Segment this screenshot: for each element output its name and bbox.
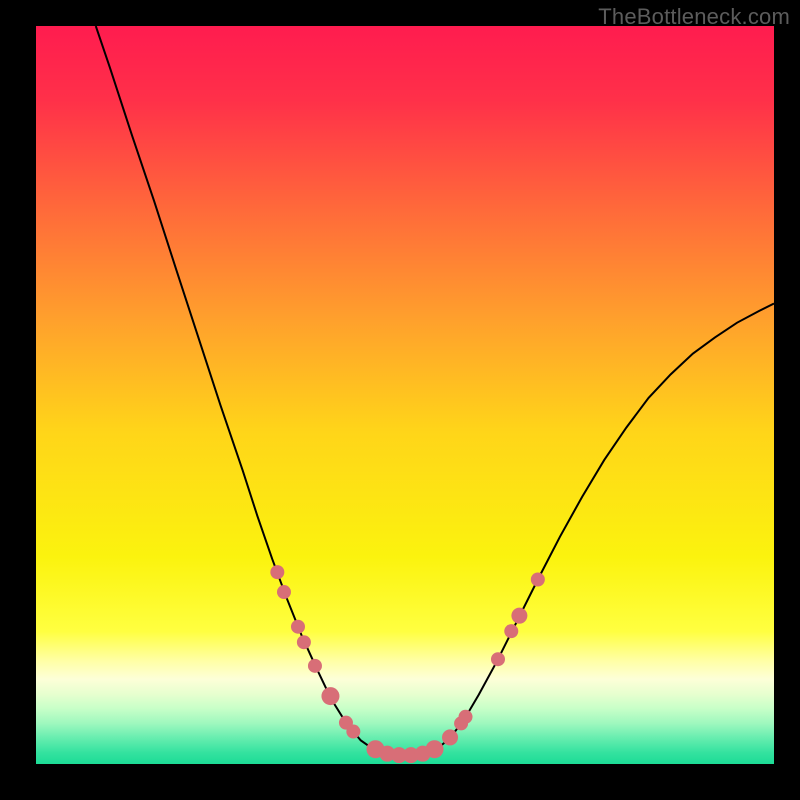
data-point: [277, 585, 291, 599]
data-points: [270, 565, 545, 763]
data-point: [442, 729, 458, 745]
chart-frame: TheBottleneck.com: [0, 0, 800, 800]
data-point: [491, 652, 505, 666]
data-point: [531, 573, 545, 587]
curve-layer: [36, 26, 774, 764]
data-point: [321, 687, 339, 705]
bottleneck-curve: [96, 26, 774, 755]
data-point: [308, 659, 322, 673]
data-point: [270, 565, 284, 579]
plot-area: [36, 26, 774, 764]
data-point: [511, 608, 527, 624]
data-point: [459, 710, 473, 724]
data-point: [297, 635, 311, 649]
data-point: [504, 624, 518, 638]
data-point: [346, 725, 360, 739]
data-point: [291, 620, 305, 634]
data-point: [426, 740, 444, 758]
